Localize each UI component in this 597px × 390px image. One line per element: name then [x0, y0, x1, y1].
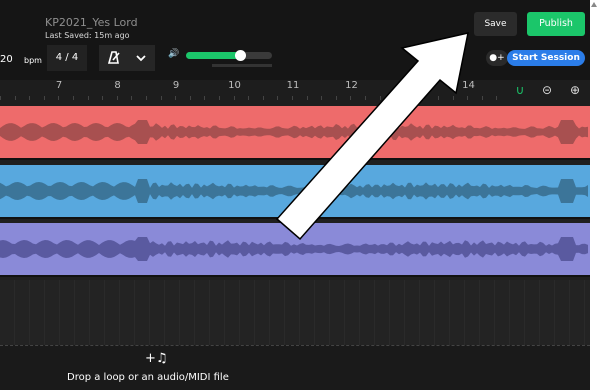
track-area[interactable]	[0, 100, 590, 345]
waveform	[0, 237, 590, 277]
metronome-icon	[107, 51, 120, 64]
drop-zone-text: Drop a loop or an audio/MIDI file	[67, 372, 229, 383]
publish-button[interactable]: Publish	[527, 12, 585, 36]
volume-knob[interactable]	[235, 50, 247, 61]
last-saved-status: Last Saved: 15m ago	[45, 31, 130, 40]
metronome-button[interactable]	[99, 45, 127, 71]
waveform	[0, 179, 590, 219]
ruler-bar-number: 7	[55, 80, 63, 91]
timeline-ruler[interactable]: 7 8 9 10 11 12 13 14	[0, 80, 590, 100]
audio-track-clip[interactable]	[0, 106, 590, 160]
add-user-icon[interactable]: ●+	[486, 50, 508, 66]
ruler-bar-number: 9	[172, 80, 180, 91]
zoom-in-icon[interactable]: ⊕	[565, 80, 585, 100]
volume-slider[interactable]	[186, 50, 272, 61]
ruler-bar-number: 8	[114, 80, 121, 91]
daw-window: KP2021_Yes Lord Last Saved: 15m ago Save…	[0, 0, 591, 390]
chevron-down-icon	[136, 55, 146, 62]
magnet-icon[interactable]: ∪	[510, 80, 530, 100]
track-divider	[0, 275, 590, 277]
save-button[interactable]: Save	[474, 12, 517, 36]
page-scrollbar[interactable]	[590, 0, 597, 390]
time-signature[interactable]: 4 / 4	[47, 45, 87, 71]
audio-track-clip[interactable]	[0, 165, 590, 219]
audio-track-clip[interactable]	[0, 223, 590, 277]
metronome-dropdown[interactable]	[127, 45, 155, 71]
volume-fill	[186, 52, 241, 59]
empty-track-grid[interactable]	[0, 280, 590, 345]
waveform-shape	[0, 237, 588, 261]
start-session-button[interactable]: Start Session	[507, 50, 585, 66]
top-bar: KP2021_Yes Lord Last Saved: 15m ago Save…	[0, 0, 590, 80]
zoom-out-icon[interactable]: ⊝	[537, 80, 557, 100]
bpm-value[interactable]: 20	[0, 54, 13, 65]
ruler-bar-number: 10	[228, 80, 241, 91]
ruler-bar-number: 13	[403, 80, 417, 91]
waveform-shape	[0, 120, 588, 144]
volume-icon[interactable]: 🔊	[168, 49, 179, 59]
project-title[interactable]: KP2021_Yes Lord	[45, 16, 138, 29]
drop-zone[interactable]: +♫ Drop a loop or an audio/MIDI file	[0, 345, 590, 390]
track-divider	[0, 158, 590, 160]
ruler-bar-number: 14	[462, 80, 475, 91]
ruler-bar-number: 12	[345, 80, 358, 91]
ruler-bar-number: 11	[286, 80, 300, 91]
waveform	[0, 120, 590, 160]
waveform-shape	[0, 179, 588, 203]
bpm-unit: bpm	[24, 56, 42, 65]
add-music-icon: +♫	[145, 351, 168, 366]
track-divider	[0, 217, 590, 219]
scroll-up-arrow-icon[interactable]	[591, 2, 597, 7]
level-meter	[212, 64, 272, 67]
